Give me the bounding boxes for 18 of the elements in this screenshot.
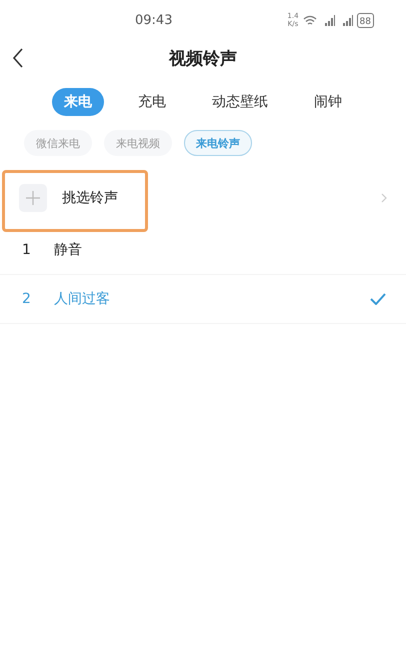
- ringtone-name: 人间过客: [54, 290, 110, 308]
- battery-indicator: 88: [356, 12, 374, 28]
- tab[interactable]: 充电: [126, 88, 178, 116]
- tab[interactable]: 闹钟: [302, 88, 354, 116]
- plus-icon: [26, 191, 40, 205]
- item-number: 2: [22, 291, 32, 307]
- back-icon: [12, 48, 24, 68]
- wifi-icon: [302, 14, 317, 26]
- ringtone-item[interactable]: 1 静音: [0, 226, 406, 275]
- checkmark-icon: [370, 293, 386, 305]
- pick-ringtone-label[interactable]: 挑选铃声: [62, 189, 118, 207]
- item-number: 1: [22, 242, 32, 258]
- status-time: 09:43: [135, 12, 172, 28]
- tab[interactable]: 动态壁纸: [200, 88, 280, 116]
- ringtone-name: 静音: [54, 241, 82, 259]
- page-title: 视频铃声: [169, 48, 237, 70]
- chevron-right-icon: [381, 193, 387, 203]
- back-button[interactable]: [12, 48, 24, 68]
